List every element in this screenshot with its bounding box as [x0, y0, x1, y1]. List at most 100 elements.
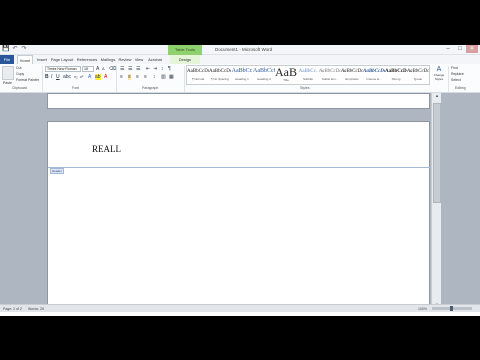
- justify-icon[interactable]: ≡: [144, 74, 147, 80]
- tab-page-layout[interactable]: Page Layout: [50, 55, 74, 64]
- sort-icon[interactable]: ↕: [161, 66, 164, 72]
- style-name: Strong: [391, 77, 401, 81]
- find-button[interactable]: Find: [451, 66, 458, 70]
- style-subtitle[interactable]: AaBbCc. Subtitle: [297, 66, 319, 85]
- subscript-icon[interactable]: x₂: [74, 74, 78, 80]
- undo-icon[interactable]: ↶: [11, 46, 19, 53]
- superscript-icon[interactable]: x²: [80, 74, 83, 80]
- grow-font-icon[interactable]: A: [96, 66, 99, 72]
- header-label: Header: [50, 168, 64, 174]
- window-title: Document1 - Microsoft Word: [215, 47, 273, 52]
- highlight-icon[interactable]: ab: [95, 74, 101, 80]
- word-count[interactable]: Words: 25: [28, 305, 44, 313]
- style-normal[interactable]: AaBbCcDc ¶ Normal: [187, 66, 209, 85]
- align-left-icon[interactable]: ≡: [120, 74, 123, 80]
- decrease-indent-icon[interactable]: ⇤: [146, 66, 150, 72]
- tab-table-design[interactable]: Design: [170, 55, 200, 64]
- close-button[interactable]: ✕: [466, 45, 478, 53]
- zoom-level[interactable]: 100%: [418, 305, 427, 313]
- tab-acrobat[interactable]: Acrobat: [146, 55, 164, 64]
- editing-group-label: Editing: [455, 86, 466, 90]
- scroll-thumb[interactable]: [433, 103, 441, 203]
- page-2[interactable]: REALL Header: [47, 121, 430, 311]
- shading-icon[interactable]: ▥: [161, 74, 166, 80]
- header-boundary: [48, 167, 430, 168]
- vertical-scrollbar[interactable]: ▲ ▼: [431, 93, 441, 308]
- tab-file[interactable]: File: [0, 55, 14, 64]
- zoom-slider-handle[interactable]: [450, 306, 453, 311]
- style-preview: AaBbCcDc: [319, 69, 341, 74]
- zoom-slider[interactable]: [432, 306, 472, 311]
- change-styles-button[interactable]: A Change Styles: [432, 66, 446, 84]
- style-heading-2[interactable]: AaBbCcC Heading 2: [253, 66, 275, 85]
- replace-button[interactable]: Replace: [451, 72, 464, 76]
- change-styles-icon: A: [436, 66, 442, 73]
- text-effects-icon[interactable]: A: [88, 74, 91, 80]
- style-preview: AaBbCcC: [253, 68, 275, 74]
- underline-icon[interactable]: U: [56, 74, 60, 80]
- style-name: Quote: [413, 77, 423, 81]
- strikethrough-icon[interactable]: abc: [63, 74, 71, 80]
- numbering-icon[interactable]: ☰: [128, 66, 132, 72]
- font-color-icon[interactable]: A: [104, 74, 107, 80]
- show-marks-icon[interactable]: ¶: [168, 66, 171, 72]
- quick-access-toolbar: 💾 ↶ ↷: [2, 46, 28, 53]
- italic-icon[interactable]: I: [51, 74, 52, 80]
- style-heading-1[interactable]: AaBbCc Heading 1: [231, 66, 253, 85]
- style-preview: AaBbCcDc: [187, 69, 209, 74]
- page-count[interactable]: Page: 2 of 2: [3, 305, 22, 313]
- tab-insert[interactable]: Insert: [35, 55, 49, 64]
- select-button[interactable]: Select: [451, 78, 461, 82]
- style-name: Subtle Em...: [321, 77, 339, 81]
- style-emphasis[interactable]: AaBbCcDc Emphasis: [341, 66, 363, 85]
- save-icon[interactable]: 💾: [2, 46, 10, 53]
- borders-icon[interactable]: ▦: [169, 74, 174, 80]
- align-center-icon[interactable]: ≡: [128, 74, 131, 80]
- divider: [184, 66, 185, 92]
- tab-mailings[interactable]: Mailings: [99, 55, 117, 64]
- tab-references[interactable]: References: [76, 55, 98, 64]
- style-no-spacing[interactable]: AaBbCcDc ¶ No Spacing: [209, 66, 231, 85]
- style-name: ¶ No Spacing: [211, 77, 229, 81]
- styles-group-label: Styles: [300, 86, 310, 90]
- cut-button[interactable]: Cut: [16, 66, 21, 70]
- style-name: Heading 1: [235, 77, 249, 81]
- style-strong[interactable]: AaBbCcDc Strong: [385, 66, 407, 85]
- copy-button[interactable]: Copy: [16, 72, 24, 76]
- redo-icon[interactable]: ↷: [20, 46, 28, 53]
- style-intense-emphasis[interactable]: AaBbCcDc Intense E...: [363, 66, 385, 85]
- shrink-font-icon[interactable]: A: [102, 66, 105, 72]
- document-area: REALL Header: [0, 93, 480, 311]
- tab-review[interactable]: Review: [118, 55, 132, 64]
- font-name-box[interactable]: Times New Roman: [45, 66, 81, 72]
- style-subtle-emphasis[interactable]: AaBbCcDc Subtle Em...: [319, 66, 341, 85]
- paste-button[interactable]: [2, 66, 14, 80]
- document-background-right: [442, 93, 480, 308]
- tab-view[interactable]: View: [133, 55, 145, 64]
- title-bar: 💾 ↶ ↷ Table Tools Document1 - Microsoft …: [0, 45, 480, 55]
- scroll-up-icon[interactable]: ▲: [433, 93, 441, 99]
- window-controls: – □ ✕: [442, 45, 478, 53]
- style-name: Subtitle: [302, 77, 313, 81]
- bold-icon[interactable]: B: [45, 74, 49, 80]
- style-name: Intense E...: [366, 77, 382, 81]
- increase-indent-icon[interactable]: ⇥: [153, 66, 157, 72]
- page-1-bottom[interactable]: [47, 93, 430, 109]
- font-group-label: Font: [72, 86, 80, 90]
- minimize-button[interactable]: –: [442, 45, 454, 53]
- line-spacing-icon[interactable]: ↕: [153, 74, 156, 80]
- document-text[interactable]: REALL: [92, 144, 121, 154]
- style-preview: AaBbCcDc: [407, 69, 429, 74]
- multilevel-list-icon[interactable]: ☰: [136, 66, 140, 72]
- change-styles-label: Change Styles: [433, 73, 445, 81]
- style-preview: AaBbCcDc: [341, 69, 363, 74]
- align-right-icon[interactable]: ≡: [136, 74, 139, 80]
- style-title[interactable]: AaB Title: [275, 66, 297, 85]
- font-size-box[interactable]: 18: [82, 66, 94, 72]
- tab-home[interactable]: Home: [17, 55, 33, 64]
- style-name: ¶ Normal: [191, 77, 205, 81]
- format-painter-button[interactable]: Format Painter: [16, 78, 39, 82]
- bullets-icon[interactable]: ☰: [120, 66, 124, 72]
- style-quote[interactable]: AaBbCcDc Quote: [407, 66, 429, 85]
- maximize-button[interactable]: □: [454, 45, 466, 53]
